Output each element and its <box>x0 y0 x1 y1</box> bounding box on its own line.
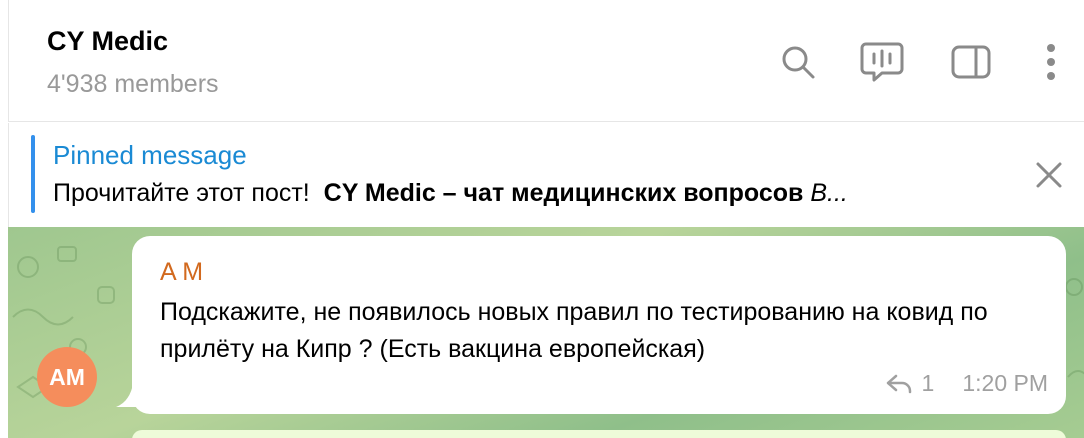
voice-chat-icon[interactable] <box>860 40 904 84</box>
sender-name[interactable]: A M <box>160 258 203 287</box>
member-count[interactable]: 4'938 members <box>47 70 219 99</box>
pinned-preview: Прочитайте этот пост! CY Medic – чат мед… <box>53 179 848 208</box>
message-bubble[interactable]: A M Подскажите, не появилось новых прави… <box>132 236 1066 414</box>
pinned-label: Pinned message <box>53 140 247 170</box>
close-icon[interactable] <box>1029 155 1069 195</box>
message-meta: 1 1:20 PM <box>886 370 1048 397</box>
avatar[interactable]: AM <box>37 347 97 407</box>
pinned-text-bold: CY Medic – чат медицинских вопросов <box>323 179 804 207</box>
message-time: 1:20 PM <box>962 370 1048 396</box>
search-icon[interactable] <box>776 40 820 84</box>
chat-header: CY Medic 4'938 members <box>8 0 1084 122</box>
pinned-text-plain: Прочитайте этот пост! <box>53 179 310 207</box>
pinned-message-bar[interactable]: Pinned message Прочитайте этот пост! CY … <box>8 123 1084 227</box>
pinned-text-italic: В... <box>810 179 848 207</box>
more-vertical-icon[interactable] <box>1029 40 1073 84</box>
message-text: Подскажите, не появилось новых правил по… <box>160 298 988 363</box>
reply-icon[interactable] <box>886 374 912 394</box>
chat-title[interactable]: CY Medic <box>47 26 168 57</box>
sidebar-toggle-icon[interactable] <box>949 40 993 84</box>
pinned-accent-bar <box>31 135 35 213</box>
chat-area: A M Подскажите, не появилось новых прави… <box>8 227 1084 438</box>
next-message-bubble[interactable] <box>132 430 1066 438</box>
reply-count[interactable]: 1 <box>922 370 935 397</box>
